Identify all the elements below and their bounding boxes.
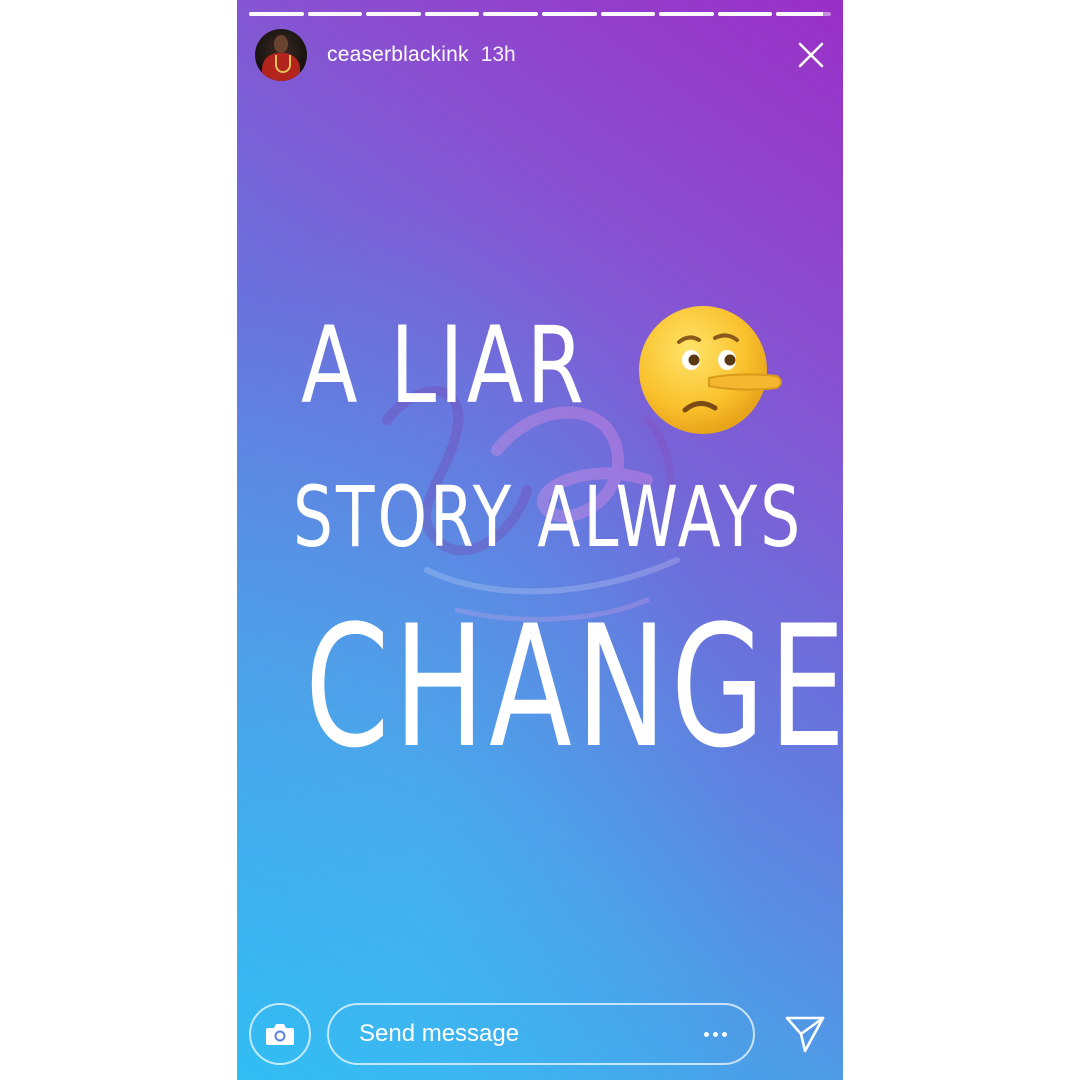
progress-segment: [541, 12, 597, 16]
story-progress-bar: [249, 12, 831, 16]
page: ceaserblackink 13h A LIAR STORY ALWAYS C…: [0, 0, 1080, 1080]
username[interactable]: ceaserblackink: [327, 43, 469, 67]
progress-fill: [249, 12, 304, 16]
camera-icon[interactable]: [249, 1003, 311, 1065]
progress-fill: [600, 12, 656, 16]
progress-segment: [249, 12, 304, 16]
progress-segment: [424, 12, 480, 16]
progress-fill: [659, 12, 714, 16]
progress-segment: [717, 12, 773, 16]
progress-fill: [717, 12, 773, 16]
lying-face-emoji: [639, 306, 782, 434]
close-icon[interactable]: [793, 37, 829, 73]
progress-fill: [424, 12, 480, 16]
reply-bar: Send message: [249, 1002, 829, 1066]
progress-segment: [659, 12, 714, 16]
post-time: 13h: [480, 43, 516, 66]
progress-segment: [483, 12, 538, 16]
send-message-input[interactable]: Send message: [327, 1003, 755, 1065]
story-text-line-2: STORY ALWAYS: [293, 468, 804, 566]
send-message-placeholder: Send message: [359, 1020, 520, 1047]
progress-segment: [776, 12, 831, 16]
progress-fill: [776, 12, 823, 16]
progress-fill: [366, 12, 421, 16]
story-viewer[interactable]: ceaserblackink 13h A LIAR STORY ALWAYS C…: [237, 0, 843, 1080]
more-dots-icon[interactable]: [704, 1031, 727, 1037]
progress-fill: [307, 12, 363, 16]
story-header: ceaserblackink 13h: [255, 28, 829, 82]
progress-segment: [600, 12, 656, 16]
progress-segment: [366, 12, 421, 16]
progress-fill: [541, 12, 597, 16]
avatar-head: [274, 35, 288, 53]
progress-segment: [307, 12, 363, 16]
avatar-chain: [275, 55, 291, 73]
progress-fill: [483, 12, 538, 16]
story-text-line-3: CHANGE: [305, 589, 843, 785]
story-text-line-1: A LIAR: [301, 304, 588, 427]
send-direct-icon[interactable]: [781, 1010, 829, 1058]
avatar[interactable]: [255, 29, 307, 81]
